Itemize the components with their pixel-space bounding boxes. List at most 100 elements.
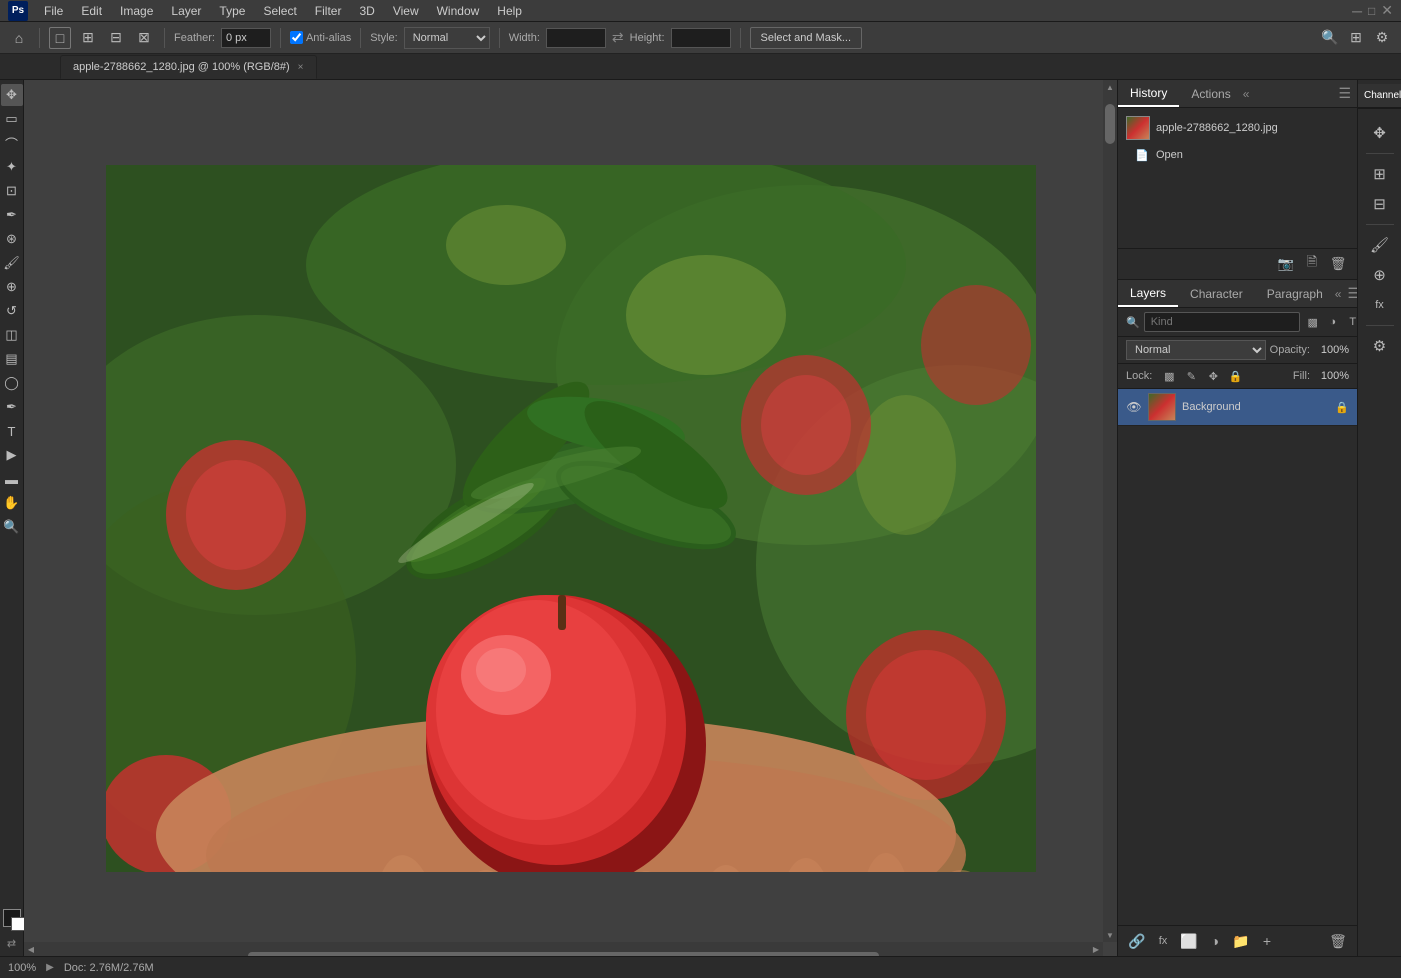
menu-filter[interactable]: Filter xyxy=(307,2,350,20)
search-btn[interactable]: 🔍 xyxy=(1319,27,1341,49)
canvas-scrollbar-horizontal[interactable]: ◀ ▶ xyxy=(24,942,1103,956)
history-actions-bar: 📷 🗎 🗑 xyxy=(1118,248,1357,279)
tab-paragraph[interactable]: Paragraph xyxy=(1255,280,1335,307)
move-tool-btn[interactable]: ✥ xyxy=(1,84,23,106)
layer-group-btn[interactable]: 📁 xyxy=(1230,930,1252,952)
menu-window[interactable]: Window xyxy=(429,2,488,20)
menu-3d[interactable]: 3D xyxy=(351,2,382,20)
gradient-tool-btn[interactable]: ▤ xyxy=(1,348,23,370)
tab-actions[interactable]: Actions xyxy=(1179,80,1242,107)
layer-visibility-toggle[interactable]: 👁 xyxy=(1126,399,1142,415)
layer-mask-btn[interactable]: ⬜ xyxy=(1178,930,1200,952)
tab-close-btn[interactable]: × xyxy=(298,62,304,73)
layers-panel-collapse-btn[interactable]: « xyxy=(1335,287,1342,301)
layer-link-btn[interactable]: 🔗 xyxy=(1126,930,1148,952)
path-select-tool-btn[interactable]: ▶ xyxy=(1,444,23,466)
brush-tool-btn[interactable]: 🖌 xyxy=(1,252,23,274)
lock-all-btn[interactable]: 🔒 xyxy=(1226,367,1244,385)
scroll-thumb-horizontal[interactable] xyxy=(248,952,879,956)
height-input[interactable] xyxy=(671,28,731,48)
filter-pixel-btn[interactable]: ▩ xyxy=(1304,313,1322,331)
brush-sidebar-btn[interactable]: 🖌 xyxy=(1366,231,1394,259)
layer-item-background[interactable]: 👁 Background 🔒 xyxy=(1118,389,1357,426)
eraser-tool-btn[interactable]: ◫ xyxy=(1,324,23,346)
fx-sidebar-btn[interactable]: fx xyxy=(1366,291,1394,319)
history-new-snapshot-btn[interactable]: 📷 xyxy=(1275,253,1297,275)
history-brush-tool-btn[interactable]: ↺ xyxy=(1,300,23,322)
move-tool-sidebar-btn[interactable]: ✥ xyxy=(1366,119,1394,147)
scroll-left-btn[interactable]: ◀ xyxy=(24,942,38,956)
pen-tool-btn[interactable]: ✒ xyxy=(1,396,23,418)
crop-tool-btn[interactable]: ⊡ xyxy=(1,180,23,202)
doc-size: Doc: 2.76M/2.76M xyxy=(64,962,154,974)
clone-stamp-tool-btn[interactable]: ⊕ xyxy=(1,276,23,298)
panel-collapse-btn[interactable]: « xyxy=(1243,87,1250,101)
layers-kind-input[interactable] xyxy=(1144,312,1300,332)
tab-character[interactable]: Character xyxy=(1178,280,1255,307)
menu-help[interactable]: Help xyxy=(489,2,530,20)
scroll-up-btn[interactable]: ▲ xyxy=(1103,80,1117,94)
tab-channels[interactable]: Channels xyxy=(1358,88,1401,103)
rect-select-btn[interactable]: □ xyxy=(49,27,71,49)
lasso-tool-btn[interactable]: ⌒ xyxy=(1,132,23,154)
lock-position-btn[interactable]: ✎ xyxy=(1182,367,1200,385)
foreground-color-swatch[interactable] xyxy=(3,909,21,927)
swap-colors-btn[interactable]: ⇄ xyxy=(7,937,16,950)
tab-history[interactable]: History xyxy=(1118,80,1179,107)
zoom-tool-btn[interactable]: 🔍 xyxy=(1,516,23,538)
text-tool-btn[interactable]: T xyxy=(1,420,23,442)
lock-pixels-btn[interactable]: ▩ xyxy=(1160,367,1178,385)
width-input[interactable] xyxy=(546,28,606,48)
window-maximize-btn[interactable]: □ xyxy=(1368,4,1375,18)
scroll-down-btn[interactable]: ▼ xyxy=(1103,928,1117,942)
arrange-btn[interactable]: ⊞ xyxy=(1345,27,1367,49)
style-select[interactable]: Normal Fixed Ratio Fixed Size xyxy=(404,27,490,49)
canvas-scrollbar-vertical[interactable]: ▲ ▼ xyxy=(1103,80,1117,942)
grid-view-btn[interactable]: ⊞ xyxy=(1366,160,1394,188)
panel-menu-btn[interactable]: ☰ xyxy=(1338,85,1351,102)
layers-lock-row: Lock: ▩ ✎ ✥ 🔒 Fill: 100% xyxy=(1118,364,1357,389)
hand-tool-btn[interactable]: ✋ xyxy=(1,492,23,514)
status-arrow[interactable]: ▶ xyxy=(46,962,54,973)
menu-select[interactable]: Select xyxy=(255,2,304,20)
add-select-btn[interactable]: ⊞ xyxy=(77,27,99,49)
rect-select-tool-btn[interactable]: ▭ xyxy=(1,108,23,130)
clone-sidebar-btn[interactable]: ⊕ xyxy=(1366,261,1394,289)
filter-adj-btn[interactable]: ◑ xyxy=(1324,313,1342,331)
scroll-thumb-vertical[interactable] xyxy=(1105,104,1115,144)
layer-fx-btn[interactable]: fx xyxy=(1152,930,1174,952)
window-close-btn[interactable]: ✕ xyxy=(1381,2,1393,19)
history-delete-btn[interactable]: 🗑 xyxy=(1327,253,1349,275)
document-tab[interactable]: apple-2788662_1280.jpg @ 100% (RGB/8#) × xyxy=(60,55,317,79)
menu-type[interactable]: Type xyxy=(211,2,253,20)
menu-image[interactable]: Image xyxy=(112,2,161,20)
anti-alias-checkbox[interactable] xyxy=(290,31,303,44)
feather-input[interactable] xyxy=(221,28,271,48)
magic-wand-tool-btn[interactable]: ✦ xyxy=(1,156,23,178)
home-btn[interactable]: ⌂ xyxy=(8,27,30,49)
lock-artboard-btn[interactable]: ✥ xyxy=(1204,367,1222,385)
layer-new-btn[interactable]: + xyxy=(1256,930,1278,952)
eyedropper-tool-btn[interactable]: ✒ xyxy=(1,204,23,226)
history-item-open[interactable]: 📄 Open xyxy=(1118,144,1357,166)
layers-blend-mode-select[interactable]: Normal Multiply Screen xyxy=(1126,340,1266,360)
history-new-doc-btn[interactable]: 🗎 xyxy=(1301,253,1323,275)
menu-layer[interactable]: Layer xyxy=(163,2,209,20)
spot-heal-tool-btn[interactable]: ⊛ xyxy=(1,228,23,250)
shape-tool-btn[interactable]: ▬ xyxy=(1,468,23,490)
settings-sidebar-btn[interactable]: ⚙ xyxy=(1366,332,1394,360)
dodge-tool-btn[interactable]: ◯ xyxy=(1,372,23,394)
scroll-right-btn[interactable]: ▶ xyxy=(1089,942,1103,956)
menu-view[interactable]: View xyxy=(385,2,427,20)
menu-edit[interactable]: Edit xyxy=(73,2,110,20)
arrange-view-btn[interactable]: ⊟ xyxy=(1366,190,1394,218)
settings-btn[interactable]: ⚙ xyxy=(1371,27,1393,49)
intersect-select-btn[interactable]: ⊠ xyxy=(133,27,155,49)
layer-delete-btn[interactable]: 🗑 xyxy=(1327,930,1349,952)
subtract-select-btn[interactable]: ⊟ xyxy=(105,27,127,49)
layer-adj-btn[interactable]: ◑ xyxy=(1204,930,1226,952)
tab-layers[interactable]: Layers xyxy=(1118,280,1178,307)
select-mask-btn[interactable]: Select and Mask... xyxy=(750,27,863,49)
menu-file[interactable]: File xyxy=(36,2,71,20)
window-minimize-btn[interactable]: ─ xyxy=(1352,3,1362,19)
